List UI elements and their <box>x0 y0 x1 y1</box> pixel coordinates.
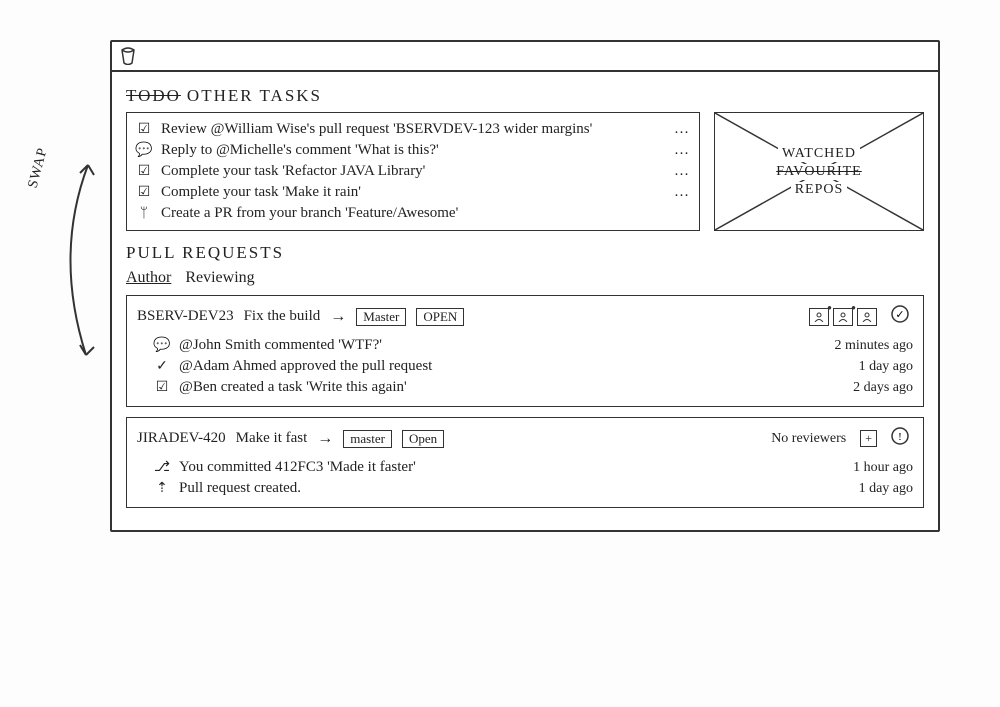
review-icon: ☑ <box>135 121 153 138</box>
activity-text: @John Smith commented 'WTF?' <box>179 337 785 354</box>
pr-tabs: Author Reviewing <box>126 269 924 287</box>
titlebar <box>112 42 938 72</box>
tab-author[interactable]: Author <box>126 269 171 287</box>
target-branch-tag[interactable]: Master <box>356 308 406 326</box>
task-overflow-icon[interactable]: … <box>669 121 691 138</box>
reviewer-avatars[interactable] <box>809 308 877 326</box>
pr-state-tag: OPEN <box>416 308 464 326</box>
activity-time: 2 days ago <box>793 380 913 396</box>
pr-status-icon: ✓ <box>887 304 913 329</box>
arrow-icon: → <box>330 308 346 326</box>
activity-time: 1 hour ago <box>793 460 913 476</box>
reply-icon: 💬 <box>135 142 153 159</box>
window-content: TODOOTHER TASKS ☑ Review @William Wise's … <box>112 72 938 530</box>
task-overflow-icon[interactable]: … <box>669 142 691 159</box>
pull-request-list: BSERV-DEV23 Fix the build → Master OPEN ✓ 💬 @Jo… <box>126 295 924 508</box>
tab-reviewing[interactable]: Reviewing <box>185 269 254 287</box>
activity-text: @Adam Ahmed approved the pull request <box>179 358 785 375</box>
activity-row[interactable]: ⎇ You committed 412FC3 'Made it faster' 1 … <box>137 457 913 478</box>
activity-type-icon: ✓ <box>153 358 171 375</box>
task-text: Complete your task 'Refactor JAVA Librar… <box>161 163 661 180</box>
svg-text:✓: ✓ <box>895 309 904 321</box>
activity-type-icon: ⎇ <box>153 459 171 476</box>
task-overflow-icon[interactable]: … <box>669 163 691 180</box>
avatar-icon[interactable] <box>809 308 829 326</box>
task-icon: ☑ <box>135 163 153 180</box>
pr-title: Make it fast <box>236 430 308 447</box>
repos-label-2: FAVOURITE <box>772 164 866 180</box>
pr-header: BSERV-DEV23 Fix the build → Master OPEN ✓ <box>137 304 913 329</box>
pr-status-icon: ! <box>887 426 913 451</box>
pr-key: JIRADEV-420 <box>137 430 226 447</box>
activity-row[interactable]: ☑ @Ben created a task 'Write this again' 2… <box>137 377 913 398</box>
tasks-panel: ☑ Review @William Wise's pull request 'BS… <box>126 112 700 231</box>
activity-type-icon: ⇡ <box>153 480 171 497</box>
task-overflow-icon[interactable]: … <box>669 184 691 201</box>
swap-arrow-icon <box>48 155 103 365</box>
target-branch-tag[interactable]: master <box>343 430 392 448</box>
task-text: Create a PR from your branch 'Feature/Aw… <box>161 205 661 222</box>
task-row[interactable]: ☑ Complete your task 'Make it rain' … <box>135 182 691 203</box>
avatar-icon[interactable] <box>833 308 853 326</box>
pr-title: Fix the build <box>244 308 321 325</box>
activity-text: You committed 412FC3 'Made it faster' <box>179 459 785 476</box>
task-row[interactable]: ᛘ Create a PR from your branch 'Feature/A… <box>135 203 691 224</box>
activity-text: @Ben created a task 'Write this again' <box>179 379 785 396</box>
no-reviewers-label: No reviewers <box>771 431 846 447</box>
app-logo-icon <box>120 47 136 70</box>
branch-icon: ᛘ <box>135 206 153 222</box>
activity-row[interactable]: ✓ @Adam Ahmed approved the pull request 1 … <box>137 356 913 377</box>
pull-request-card[interactable]: JIRADEV-420 Make it fast → master Open No rev… <box>126 417 924 508</box>
svg-text:!: ! <box>898 431 902 443</box>
task-icon: ☑ <box>135 184 153 201</box>
pr-state-tag: Open <box>402 430 444 448</box>
activity-type-icon: ☑ <box>153 379 171 396</box>
task-text: Complete your task 'Make it rain' <box>161 184 661 201</box>
activity-row[interactable]: ⇡ Pull request created. 1 day ago <box>137 478 913 499</box>
task-text: Review @William Wise's pull request 'BSE… <box>161 121 661 138</box>
activity-time: 1 day ago <box>793 359 913 375</box>
task-row[interactable]: ☑ Review @William Wise's pull request 'BS… <box>135 119 691 140</box>
activity-row[interactable]: 💬 @John Smith commented 'WTF?' 2 minutes a… <box>137 335 913 356</box>
pr-key: BSERV-DEV23 <box>137 308 234 325</box>
activity-text: Pull request created. <box>179 480 785 497</box>
watched-repos-panel[interactable]: WATCHED FAVOURITE REPOS <box>714 112 924 231</box>
task-text: Reply to @Michelle's comment 'What is th… <box>161 142 661 159</box>
task-row[interactable]: 💬 Reply to @Michelle's comment 'What is t… <box>135 140 691 161</box>
repos-label-3: REPOS <box>791 182 848 198</box>
pull-request-card[interactable]: BSERV-DEV23 Fix the build → Master OPEN ✓ 💬 @Jo… <box>126 295 924 407</box>
activity-type-icon: 💬 <box>153 337 171 354</box>
activity-time: 2 minutes ago <box>793 338 913 354</box>
add-reviewer-button[interactable]: + <box>860 430 877 447</box>
repos-label-1: WATCHED <box>778 146 860 162</box>
pr-header: JIRADEV-420 Make it fast → master Open No rev… <box>137 426 913 451</box>
task-row[interactable]: ☑ Complete your task 'Refactor JAVA Libra… <box>135 161 691 182</box>
arrow-icon: → <box>317 430 333 448</box>
pull-requests-heading: PULL REQUESTS <box>126 243 924 263</box>
app-window: TODOOTHER TASKS ☑ Review @William Wise's … <box>110 40 940 532</box>
other-tasks-heading: TODOOTHER TASKS <box>126 86 924 106</box>
activity-time: 1 day ago <box>793 481 913 497</box>
avatar-icon[interactable] <box>857 308 877 326</box>
